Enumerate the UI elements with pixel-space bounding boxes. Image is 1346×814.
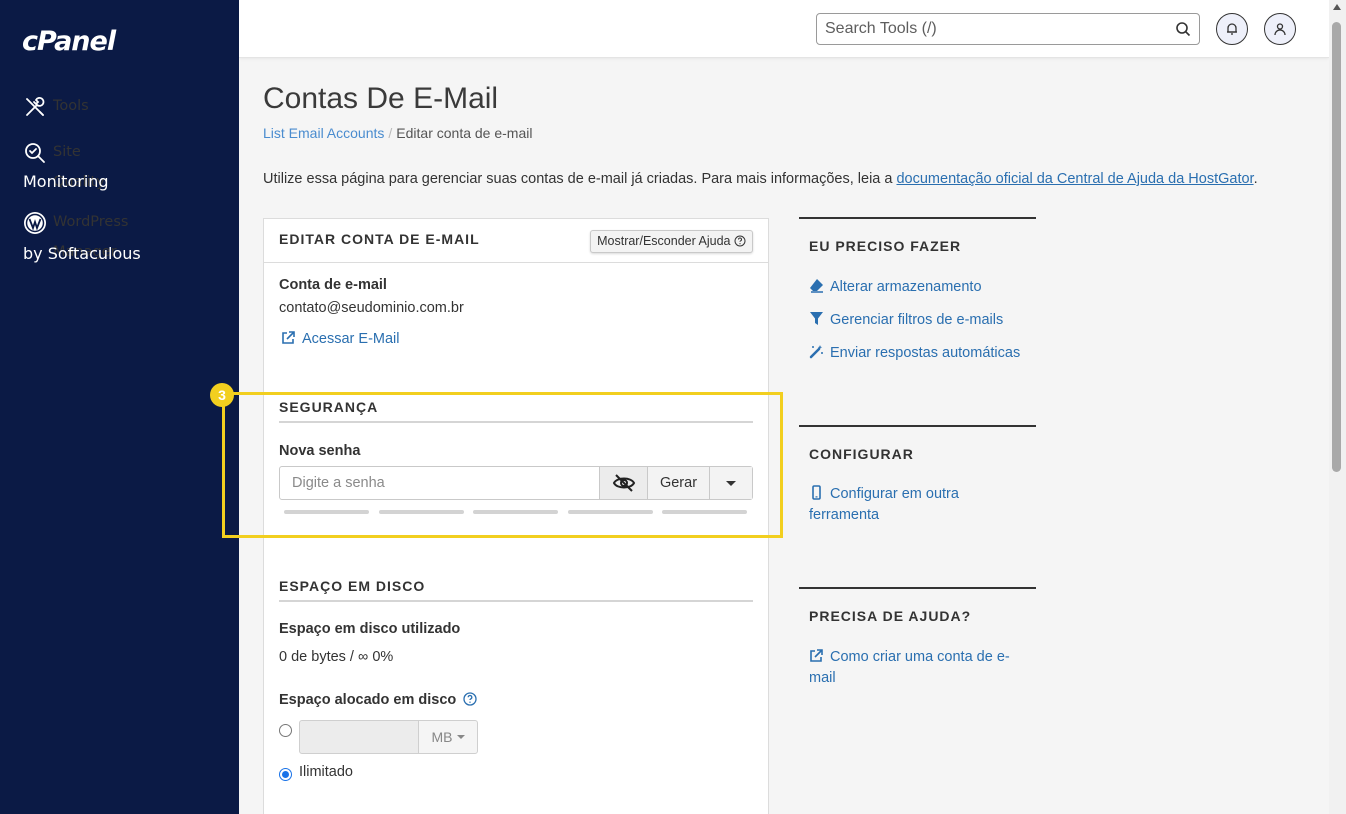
breadcrumb-separator: / (388, 125, 393, 141)
scroll-up-arrow[interactable] (1333, 4, 1341, 10)
panel-header: EDITAR CONTA DE E-MAIL Mostrar/Esconder … (264, 219, 768, 263)
magic-wand-icon (809, 344, 824, 359)
scrollbar-thumb[interactable] (1332, 22, 1341, 472)
cpanel-logo[interactable]: cPanel (22, 26, 116, 57)
sidebar-item-site-quality[interactable]: Site Quality (23, 137, 105, 190)
toggle-help-label: Mostrar/Esconder Ajuda (597, 234, 731, 248)
configure-link-line2: ferramenta (809, 507, 880, 523)
disk-quota-input[interactable] (299, 720, 419, 754)
documentation-link[interactable]: documentação oficial da Central de Ajuda… (896, 171, 1253, 187)
help-icon[interactable] (463, 692, 477, 706)
manage-filters-label: Gerenciar filtros de e-mails (830, 312, 1004, 328)
toggle-help-button[interactable]: Mostrar/Esconder Ajuda (590, 230, 753, 253)
need-to-do-block: EU PRECISO FAZER (799, 217, 1036, 254)
help-link-line1: Como criar uma conta de e- (830, 649, 1010, 665)
step-badge: 3 (210, 383, 234, 407)
wordpress-icon (23, 211, 47, 235)
how-to-create-account-link[interactable]: Como criar uma conta de e-mail (809, 647, 1010, 689)
question-circle-icon (734, 235, 746, 247)
configure-block: CONFIGURAR (799, 425, 1036, 462)
scrollbar[interactable] (1329, 0, 1346, 814)
search-box[interactable] (816, 13, 1200, 45)
breadcrumb-current: Editar conta de e-mail (396, 125, 533, 141)
sidebar-item-tools[interactable]: Tools (23, 91, 89, 121)
intro-text-body: Utilize essa página para gerenciar suas … (263, 171, 897, 187)
custom-quota-radio[interactable] (279, 724, 292, 737)
change-storage-link[interactable]: Alterar armazenamento (809, 277, 982, 298)
disk-used-value: 0 de bytes / ∞ 0% (279, 649, 394, 665)
site-quality-icon (23, 141, 47, 165)
need-to-do-title: EU PRECISO FAZER (809, 238, 962, 254)
intro-text-end: . (1253, 171, 1258, 187)
account-label: Conta de e-mail (279, 277, 387, 293)
access-email-link[interactable]: Acessar E-Mail (281, 330, 400, 347)
autoresponders-link[interactable]: Enviar respostas automáticas (809, 343, 1020, 364)
disk-allocated-label: Espaço alocado em disco (279, 692, 477, 708)
user-icon (1274, 23, 1286, 36)
disk-used-label: Espaço em disco utilizado (279, 621, 461, 637)
manage-filters-link[interactable]: Gerenciar filtros de e-mails (809, 310, 1003, 331)
top-header (239, 0, 1329, 58)
sidebar-item-label-line2[interactable]: Monitoring (23, 167, 109, 197)
mobile-icon (809, 485, 824, 500)
caret-down-icon (456, 735, 465, 739)
account-value: contato@seudominio.com.br (279, 300, 464, 316)
change-storage-label: Alterar armazenamento (830, 279, 982, 295)
notifications-button[interactable] (1216, 13, 1248, 45)
autoresponders-label: Enviar respostas automáticas (830, 345, 1021, 361)
filter-icon (809, 311, 824, 326)
unlimited-quota-radio[interactable] (279, 768, 292, 781)
unlimited-label: Ilimitado (299, 764, 353, 780)
disk-unit-value: MB (431, 729, 453, 745)
search-icon[interactable] (1175, 21, 1191, 37)
sidebar-item-label-line2[interactable]: by Softaculous (23, 239, 141, 269)
configure-title: CONFIGURAR (809, 446, 914, 462)
breadcrumb-parent-link[interactable]: List Email Accounts (263, 125, 384, 141)
external-link-icon (809, 648, 824, 663)
configure-link-line1: Configurar em outra (830, 486, 959, 502)
sidebar-item-wordpress[interactable]: WordPress Manager (23, 207, 128, 260)
need-help-title: PRECISA DE AJUDA? (809, 608, 972, 624)
configure-other-tool-link[interactable]: Configurar em outra ferramenta (809, 484, 959, 526)
step-highlight-box (222, 392, 783, 538)
help-link-line2: mail (809, 670, 836, 686)
user-menu-button[interactable] (1264, 13, 1296, 45)
disk-unit-select[interactable]: MB (418, 720, 478, 754)
sidebar-item-label: Tools (53, 98, 89, 114)
search-input[interactable] (817, 14, 1157, 44)
breadcrumb: List Email Accounts / Editar conta de e-ma… (263, 125, 532, 141)
external-link-icon (281, 330, 296, 345)
bell-icon (1227, 23, 1237, 35)
eraser-icon (809, 278, 824, 293)
sidebar: cPanel Tools Site Quality Monitoring Wor… (0, 0, 239, 814)
intro-text: Utilize essa página para gerenciar suas … (263, 171, 1258, 187)
page-title: Contas De E-Mail (263, 82, 499, 115)
disk-allocated-text: Espaço alocado em disco (279, 692, 457, 708)
disk-section-title: ESPAÇO EM DISCO (279, 578, 753, 602)
need-help-block: PRECISA DE AJUDA? (799, 587, 1036, 624)
tools-icon (23, 95, 47, 119)
access-email-label: Acessar E-Mail (302, 331, 400, 347)
panel-title: EDITAR CONTA DE E-MAIL (279, 231, 480, 247)
